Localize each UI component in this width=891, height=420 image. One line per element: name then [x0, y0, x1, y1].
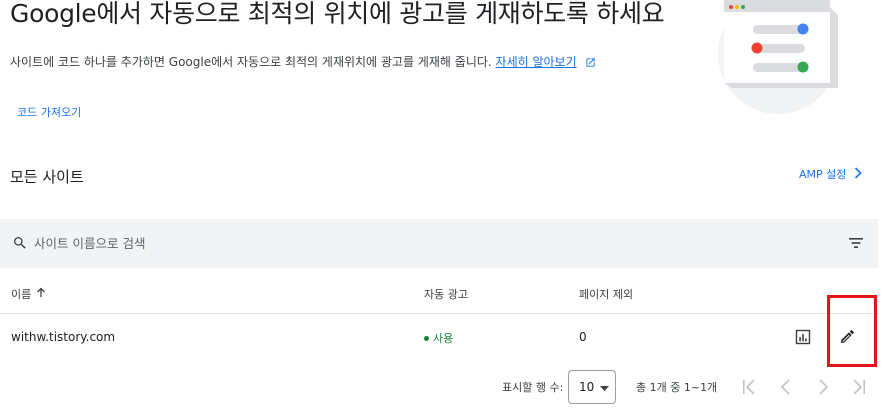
page-exclusions-count: 0 — [579, 330, 587, 344]
all-sites-heading: 모든 사이트 — [10, 168, 84, 186]
column-name-label: 이름 — [11, 288, 32, 301]
last-page-icon[interactable] — [851, 377, 867, 401]
learn-more-link[interactable]: 자세히 알아보기 — [496, 55, 577, 69]
prev-page-icon[interactable] — [780, 377, 792, 401]
auto-ads-status: 사용 — [424, 330, 453, 346]
sort-arrow-up-icon — [36, 287, 46, 301]
first-page-icon[interactable] — [741, 377, 757, 401]
chevron-right-icon — [853, 166, 863, 182]
search-bar — [0, 219, 878, 268]
table-row: withw.tistory.com 사용 0 — [0, 315, 878, 361]
rows-per-page-label: 표시할 행 수: — [502, 381, 564, 394]
dropdown-arrow-icon — [600, 380, 610, 394]
auto-ads-status-label: 사용 — [433, 332, 454, 345]
edit-pencil-icon[interactable] — [839, 328, 856, 349]
rows-per-page-select[interactable]: 10 — [568, 370, 616, 404]
external-link-icon[interactable] — [585, 57, 596, 71]
search-icon — [12, 235, 28, 255]
page-headline: Google에서 자동으로 최적의 위치에 광고를 게재하도록 하세요 — [10, 0, 665, 28]
amp-settings-link[interactable]: AMP 설정 — [799, 166, 863, 182]
status-dot-icon — [424, 335, 429, 341]
column-header-auto-ads: 자동 광고 — [424, 288, 468, 301]
site-search-input[interactable] — [34, 231, 734, 255]
column-header-name[interactable]: 이름 — [11, 286, 46, 302]
page-range-text: 총 1개 중 1~1개 — [636, 381, 718, 394]
intro-description: 사이트에 코드 하나를 추가하면 Google에서 자동으로 최적의 게재위치에… — [10, 53, 596, 71]
rows-per-page-value: 10 — [579, 380, 595, 394]
next-page-icon[interactable] — [817, 377, 829, 401]
description-text: 사이트에 코드 하나를 추가하면 Google에서 자동으로 최적의 게재위치에… — [10, 55, 492, 69]
site-name: withw.tistory.com — [11, 330, 116, 344]
pagination-bar: 표시할 행 수: 10 총 1개 중 1~1개 — [0, 368, 891, 408]
amp-settings-label: AMP 설정 — [799, 168, 847, 181]
get-code-button[interactable]: 코드 가져오기 — [17, 104, 81, 120]
column-header-page-exclusions: 페이지 제외 — [579, 288, 634, 301]
report-icon[interactable] — [795, 329, 811, 349]
filter-icon[interactable] — [848, 235, 864, 254]
table-header: 이름 자동 광고 페이지 제외 — [0, 268, 878, 314]
hero-illustration — [690, 0, 850, 125]
